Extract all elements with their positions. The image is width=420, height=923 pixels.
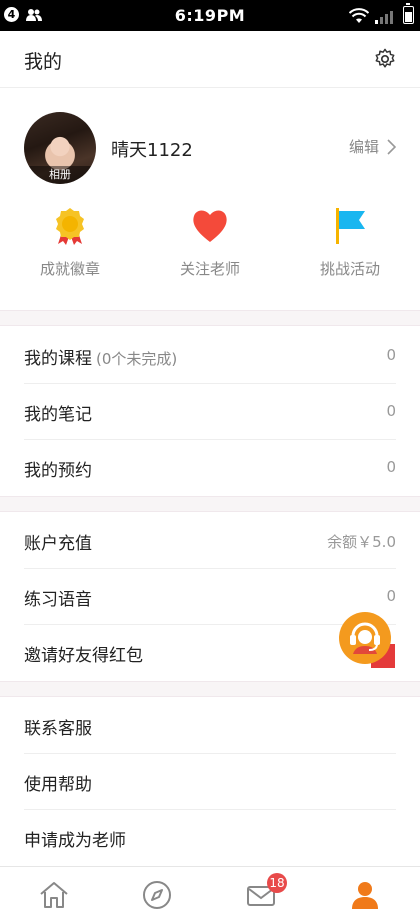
message-count-badge: 18 bbox=[267, 873, 287, 893]
section-divider bbox=[0, 681, 420, 697]
menu-apply-teacher[interactable]: 申请成为老师 bbox=[24, 810, 396, 866]
quick-action-achievements[interactable]: 成就徽章 bbox=[0, 206, 140, 279]
quick-action-label: 挑战活动 bbox=[319, 260, 380, 278]
headset-agent-icon bbox=[350, 622, 380, 654]
home-icon[interactable] bbox=[38, 879, 70, 911]
section-divider bbox=[0, 310, 420, 326]
bottom-tab-bar: 18 bbox=[0, 866, 420, 923]
flag-icon bbox=[336, 208, 365, 244]
battery-icon bbox=[403, 3, 414, 24]
menu-label: 账户充值 bbox=[24, 534, 92, 554]
menu-label: 我的预约 bbox=[24, 461, 92, 481]
avatar-album-label[interactable]: 相册 bbox=[24, 166, 96, 184]
menu-contact-support[interactable]: 联系客服 bbox=[24, 698, 396, 754]
menu-help[interactable]: 使用帮助 bbox=[24, 754, 396, 810]
incomplete-count: (0个未完成) bbox=[96, 350, 178, 368]
signal-icon bbox=[375, 11, 393, 24]
section-divider bbox=[0, 496, 420, 512]
wifi-icon bbox=[349, 8, 369, 23]
menu-my-courses[interactable]: 我的课程 (0个未完成) 0 bbox=[24, 328, 396, 384]
customer-service-button[interactable] bbox=[339, 612, 395, 668]
heart-icon bbox=[193, 210, 227, 242]
quick-action-followed-teachers[interactable]: 关注老师 bbox=[140, 206, 280, 279]
profile-section: 相册 晴天1122 编辑 成就徽章 关注老师 挑战活动 bbox=[0, 88, 420, 310]
menu-label: 邀请好友得红包 bbox=[24, 646, 143, 666]
medal-icon bbox=[56, 208, 84, 245]
edit-label: 编辑 bbox=[348, 138, 379, 156]
menu-label: 联系客服 bbox=[24, 719, 92, 739]
balance-value: 余额￥5.0 bbox=[327, 533, 396, 551]
status-bar: 4 6:19PM bbox=[0, 0, 420, 31]
quick-action-challenges[interactable]: 挑战活动 bbox=[280, 206, 420, 279]
menu-account-recharge[interactable]: 账户充值 余额￥5.0 bbox=[24, 513, 396, 569]
quick-action-label: 关注老师 bbox=[179, 260, 240, 278]
profile-person-icon[interactable] bbox=[349, 879, 381, 911]
page-title: 我的 bbox=[24, 51, 63, 73]
username: 晴天1122 bbox=[111, 140, 193, 161]
menu-label: 我的笔记 bbox=[24, 405, 92, 425]
menu-value: 0 bbox=[386, 346, 396, 364]
page-header: 我的 bbox=[0, 31, 420, 88]
menu-label: 我的课程 bbox=[24, 349, 92, 369]
menu-value: 0 bbox=[386, 587, 396, 605]
settings-gear-icon[interactable] bbox=[374, 48, 396, 70]
menu-my-notes[interactable]: 我的笔记 0 bbox=[24, 384, 396, 440]
menu-label: 练习语音 bbox=[24, 590, 92, 610]
menu-value: 0 bbox=[386, 458, 396, 476]
menu-label: 使用帮助 bbox=[24, 775, 92, 795]
menu-label: 申请成为老师 bbox=[24, 831, 126, 851]
compass-icon[interactable] bbox=[141, 879, 173, 911]
quick-action-label: 成就徽章 bbox=[39, 260, 100, 278]
chevron-right-icon bbox=[387, 138, 396, 155]
edit-profile-button[interactable]: 编辑 bbox=[349, 136, 396, 157]
menu-value: 0 bbox=[386, 402, 396, 420]
avatar[interactable]: 相册 bbox=[24, 112, 96, 184]
menu-my-appointments[interactable]: 我的预约 0 bbox=[24, 440, 396, 496]
